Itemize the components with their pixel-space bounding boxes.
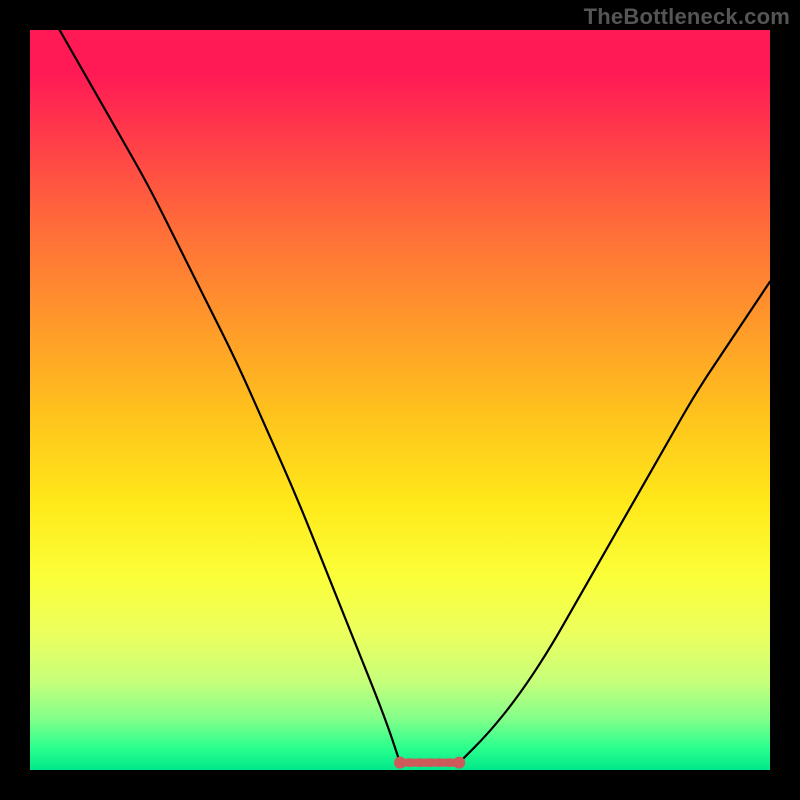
optimal-range-dot: [415, 758, 424, 767]
optimal-range-dot: [425, 758, 434, 767]
optimal-range-dot: [445, 758, 454, 767]
optimal-range-dot: [453, 757, 465, 769]
curve-svg: [30, 30, 770, 770]
right-curve: [459, 282, 770, 763]
optimal-range-dot: [394, 757, 406, 769]
optimal-range-dots: [394, 757, 465, 769]
watermark-text: TheBottleneck.com: [584, 4, 790, 30]
chart-frame: TheBottleneck.com: [0, 0, 800, 800]
left-curve: [60, 30, 400, 763]
optimal-range-dot: [435, 758, 444, 767]
optimal-range-dot: [405, 758, 414, 767]
plot-area: [30, 30, 770, 770]
